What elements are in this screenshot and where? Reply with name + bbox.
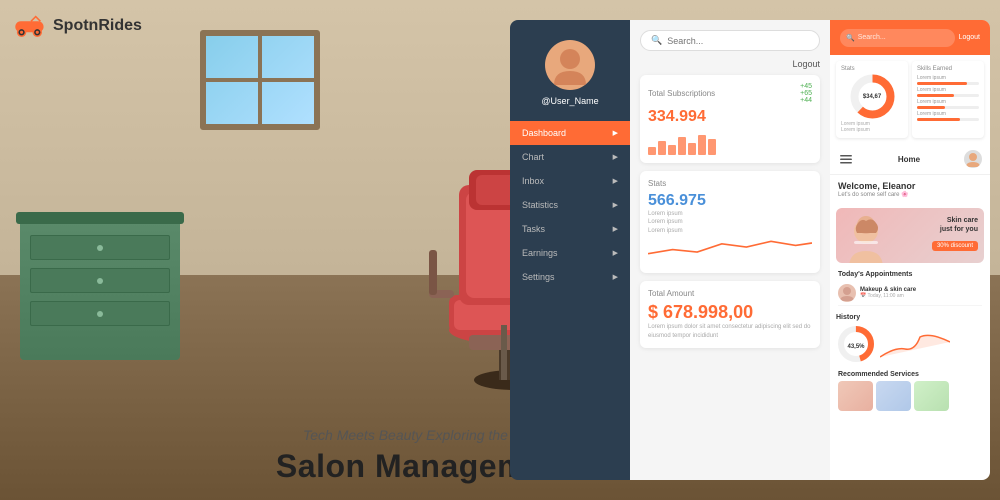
skin-care-text: Skin carejust for you 30% discount xyxy=(932,216,978,252)
recommended-title: Recommended Services xyxy=(838,371,982,378)
logout-button[interactable]: Logout xyxy=(792,59,820,69)
profile-avatar xyxy=(964,150,982,168)
sidebar-item-chart[interactable]: Chart ▶ xyxy=(510,145,630,169)
recommended-cards xyxy=(838,381,982,411)
donut-chart-card: Stats $34,67 Lorem ipsumLorem ipsum xyxy=(836,61,908,138)
skin-care-banner: Skin carejust for you 30% discount xyxy=(836,208,984,263)
skills-card: Skills Earned Lorem ipsum Lorem ipsum Lo… xyxy=(912,61,984,138)
logo-icon xyxy=(15,15,47,37)
subscriptions-value: 334.994 xyxy=(648,108,812,126)
rec-card-2 xyxy=(876,381,911,411)
rec-card-3 xyxy=(914,381,949,411)
history-chart: 43,5% xyxy=(836,324,876,364)
search-bar[interactable]: 🔍 xyxy=(640,30,820,51)
arrow-icon: ▶ xyxy=(613,225,618,233)
apt-avatar-1 xyxy=(838,284,856,302)
sidebar-item-inbox[interactable]: Inbox ▶ xyxy=(510,169,630,193)
skill-item: Lorem ipsum xyxy=(917,75,979,85)
appointments-section: Today's Appointments Makeup & skin care … xyxy=(830,267,990,310)
total-lorem: Lorem ipsum dolor sit amet consectetur a… xyxy=(648,323,812,340)
calendar-icon: 📅 xyxy=(860,293,866,299)
sidebar-item-dashboard[interactable]: Dashboard ▶ xyxy=(510,121,630,145)
mobile-search-icon: 🔍 xyxy=(846,34,855,42)
arrow-icon: ▶ xyxy=(613,177,618,185)
recommended-section: Recommended Services xyxy=(830,368,990,414)
history-title: History xyxy=(836,314,984,321)
user-name: @User_Name xyxy=(541,96,598,106)
search-icon: 🔍 xyxy=(651,35,662,46)
welcome-section: Welcome, Eleanor Let's do some self care… xyxy=(830,175,990,204)
arrow-icon: ▶ xyxy=(613,273,618,281)
mobile-header: 🔍 Search... Logout xyxy=(830,20,990,55)
woman-illustration xyxy=(844,213,889,263)
logo-area: SpotnRides xyxy=(15,15,142,37)
stats-lorem: Lorem ipsumLorem ipsumLorem ipsum xyxy=(648,210,812,235)
window xyxy=(200,30,320,130)
sidebar-item-settings[interactable]: Settings ▶ xyxy=(510,265,630,289)
stats-card: Stats 566.975 Lorem ipsumLorem ipsumLore… xyxy=(640,171,820,273)
subscriptions-card: Total Subscriptions +45+65+44 334.994 xyxy=(640,75,820,163)
stats-line-chart xyxy=(648,235,812,260)
skin-care-title: Skin carejust for you xyxy=(932,216,978,234)
stats-title: Stats xyxy=(648,179,666,188)
subscriptions-chart xyxy=(648,130,812,155)
home-header: Home xyxy=(830,144,990,175)
dashboard-overlay: @User_Name Dashboard ▶ Chart ▶ Inbox ▶ S… xyxy=(510,20,990,480)
discount-badge: 30% discount xyxy=(932,241,978,251)
arrow-icon: ▶ xyxy=(613,249,618,257)
history-line-chart xyxy=(880,327,950,362)
skill-item: Lorem ipsum xyxy=(917,111,979,121)
skill-item: Lorem ipsum xyxy=(917,87,979,97)
stats-panel: 🔍 Logout Total Subscriptions +45+65+44 3… xyxy=(630,20,830,480)
arrow-icon: ▶ xyxy=(613,201,618,209)
history-section: History 43,5% xyxy=(830,310,990,368)
search-input[interactable] xyxy=(667,36,809,46)
mobile-panel: 🔍 Search... Logout Stats $34,67 Lorem ip… xyxy=(830,20,990,480)
mobile-search-bar[interactable]: 🔍 Search... xyxy=(840,29,955,47)
sidebar-menu: Dashboard ▶ Chart ▶ Inbox ▶ Statistics ▶… xyxy=(510,121,630,289)
arrow-icon: ▶ xyxy=(613,153,618,161)
hamburger-icon xyxy=(838,151,854,167)
rec-card-1 xyxy=(838,381,873,411)
total-amount-card: Total Amount $ 678.998,00 Lorem ipsum do… xyxy=(640,281,820,348)
mobile-logout-btn[interactable]: Logout xyxy=(959,34,980,41)
welcome-text: Welcome, Eleanor xyxy=(838,181,982,191)
stats-value: 566.975 xyxy=(648,192,812,210)
subscriptions-title: Total Subscriptions xyxy=(648,89,715,98)
total-amount-title: Total Amount xyxy=(648,289,694,298)
home-label: Home xyxy=(898,155,920,164)
svg-text:43,5%: 43,5% xyxy=(847,344,865,350)
total-amount-value: $ 678.998,00 xyxy=(648,302,812,323)
subscriptions-change: +45+65+44 xyxy=(800,83,812,104)
apt-info-1: Makeup & skin care 📅 Today, 11:00 am xyxy=(860,287,982,299)
sidebar-item-statistics[interactable]: Statistics ▶ xyxy=(510,193,630,217)
welcome-sub: Let's do some self care 🌸 xyxy=(838,191,982,198)
arrow-icon: ▶ xyxy=(613,129,618,137)
sidebar-item-earnings[interactable]: Earnings ▶ xyxy=(510,241,630,265)
appointments-title: Today's Appointments xyxy=(838,271,982,278)
user-avatar xyxy=(545,40,595,90)
sidebar: @User_Name Dashboard ▶ Chart ▶ Inbox ▶ S… xyxy=(510,20,630,480)
brand-name: SpotnRides xyxy=(53,17,142,35)
sidebar-item-tasks[interactable]: Tasks ▶ xyxy=(510,217,630,241)
cabinet xyxy=(20,220,180,360)
mobile-stats-row: Stats $34,67 Lorem ipsumLorem ipsum Skil… xyxy=(830,55,990,144)
appointment-item-1: Makeup & skin care 📅 Today, 11:00 am xyxy=(838,281,982,306)
skill-item: Lorem ipsum xyxy=(917,99,979,109)
